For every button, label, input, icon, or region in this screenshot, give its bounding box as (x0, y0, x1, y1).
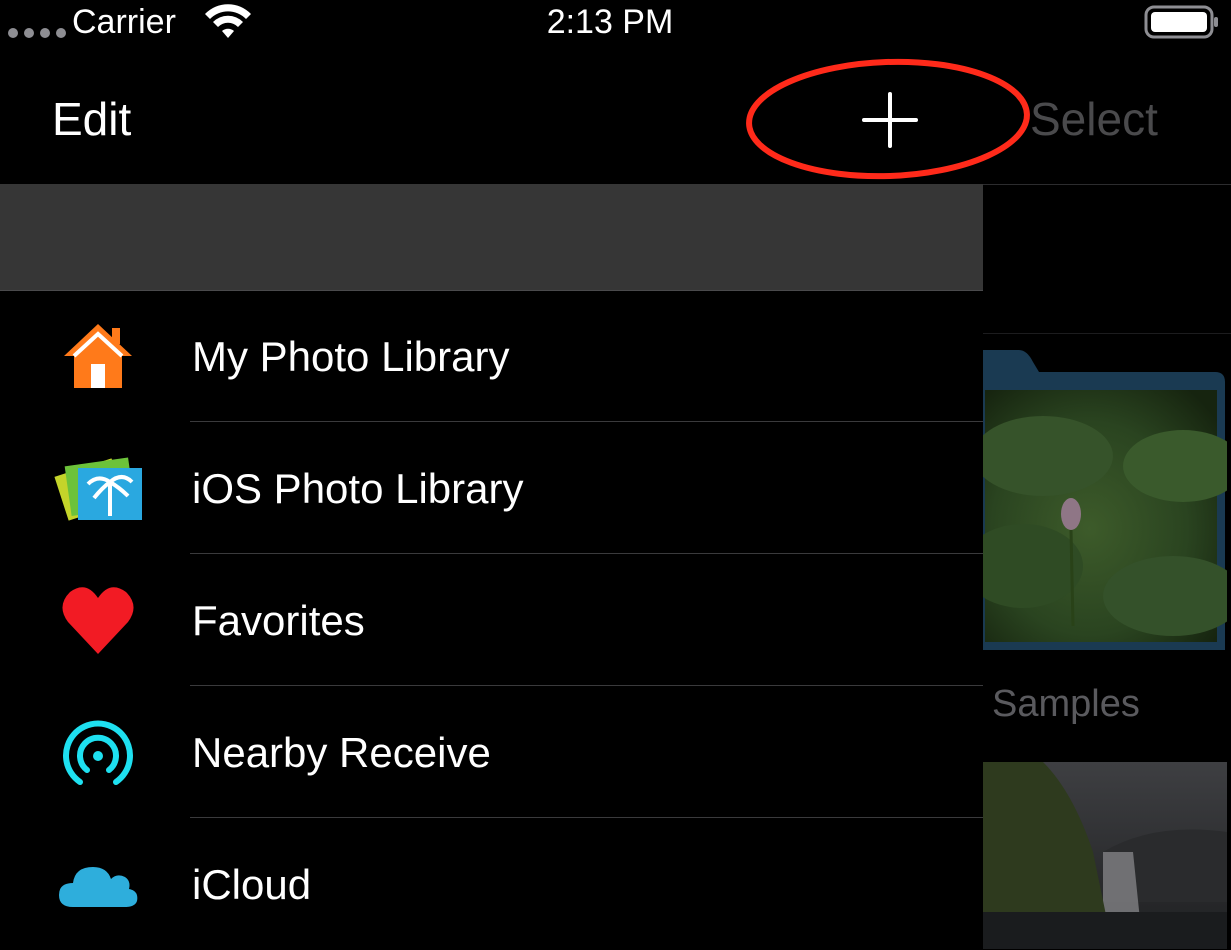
menu-item-label: iOS Photo Library (192, 465, 524, 512)
menu-item-favorites[interactable]: Favorites (0, 554, 983, 686)
status-bar: Carrier 2:13 PM (0, 0, 1231, 48)
airdrop-icon (52, 712, 144, 792)
menu-item-label: Favorites (192, 597, 365, 644)
select-button[interactable]: Select (1030, 92, 1158, 146)
home-icon (52, 316, 144, 396)
menu-item-icloud[interactable]: iCloud (0, 818, 983, 950)
add-button[interactable] (860, 90, 920, 150)
samples-folder-thumbnail[interactable] (983, 346, 1227, 652)
drawer-header (0, 184, 983, 291)
cloud-icon (52, 844, 144, 924)
samples-folder-label: Samples (992, 683, 1140, 725)
section-divider (983, 333, 1231, 334)
plus-icon (862, 92, 918, 148)
menu-item-my-photo-library[interactable]: My Photo Library (0, 290, 983, 422)
edit-button[interactable]: Edit (52, 92, 131, 146)
battery-icon (1144, 5, 1218, 39)
menu-item-ios-photo-library[interactable]: iOS Photo Library (0, 422, 983, 554)
photos-icon (52, 448, 144, 528)
menu-item-label: Nearby Receive (192, 729, 491, 776)
heart-icon (52, 580, 144, 660)
waterfall-thumbnail[interactable] (983, 762, 1227, 949)
menu-item-label: iCloud (192, 861, 312, 908)
side-drawer: My Photo Library iOS Photo Library Favor… (0, 184, 983, 949)
status-time: 2:13 PM (546, 3, 674, 41)
menu-item-nearby-receive[interactable]: Nearby Receive (0, 686, 983, 818)
menu-item-label: My Photo Library (192, 333, 510, 380)
